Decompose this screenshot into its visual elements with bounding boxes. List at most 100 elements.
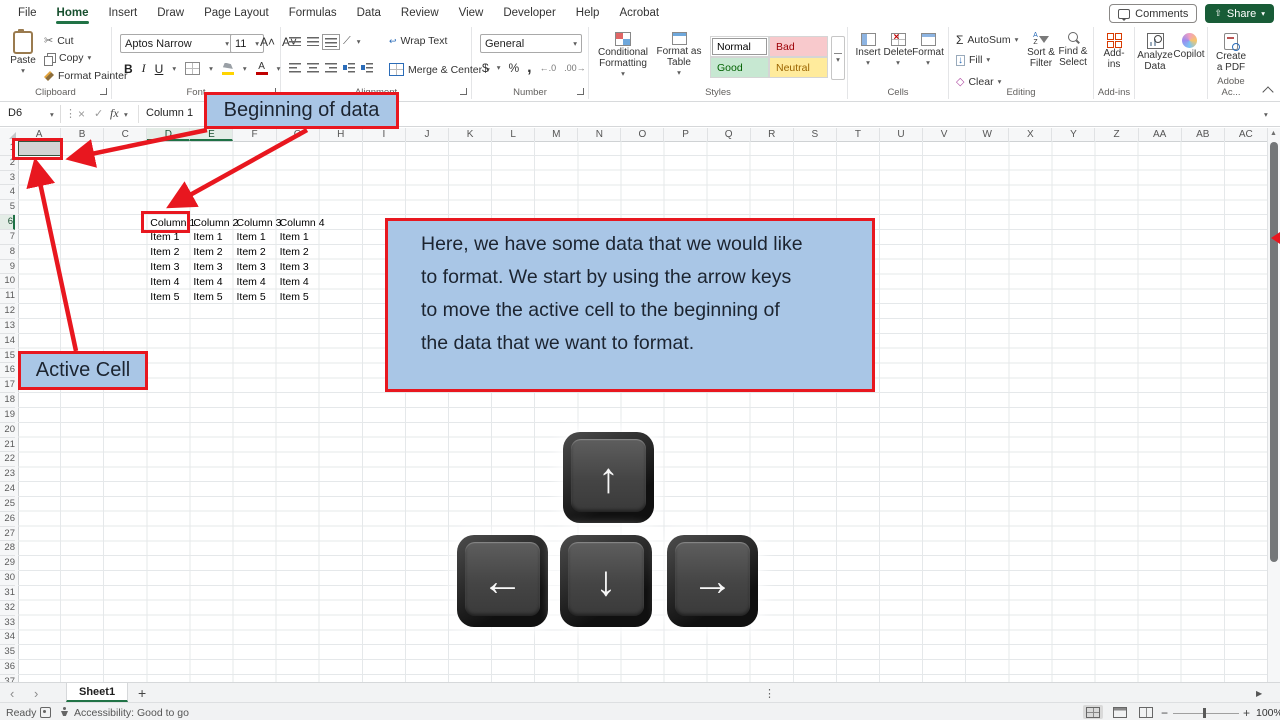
column-header-O[interactable]: O bbox=[621, 128, 665, 141]
styles-gallery-scroll[interactable]: ▾ bbox=[831, 36, 845, 80]
menu-tab-acrobat[interactable]: Acrobat bbox=[609, 2, 669, 25]
row-header-19[interactable]: 19 bbox=[0, 408, 15, 423]
share-button[interactable]: ⇧ Share ▾ bbox=[1205, 4, 1274, 23]
row-header-32[interactable]: 32 bbox=[0, 601, 15, 616]
align-left-icon[interactable] bbox=[289, 63, 301, 73]
chevron-down-icon[interactable]: ▾ bbox=[277, 65, 281, 73]
fx-icon[interactable]: fx bbox=[110, 106, 119, 121]
number-dialog-launcher-icon[interactable] bbox=[577, 88, 584, 95]
font-color-icon[interactable]: A bbox=[255, 61, 268, 75]
row-header-10[interactable]: 10 bbox=[0, 274, 15, 290]
arrow-key-down[interactable]: ↓ bbox=[560, 535, 652, 627]
column-header-X[interactable]: X bbox=[1009, 128, 1053, 141]
name-box-options-icon[interactable]: ⋮ bbox=[65, 107, 76, 120]
vertical-scrollbar[interactable]: ▲ bbox=[1267, 128, 1280, 682]
row-header-37[interactable]: 37 bbox=[0, 675, 15, 682]
row-header-16[interactable]: 16 bbox=[0, 363, 15, 379]
view-page-break-icon[interactable] bbox=[1139, 706, 1153, 718]
cancel-entry-icon[interactable]: × bbox=[78, 107, 85, 121]
column-header-Z[interactable]: Z bbox=[1096, 128, 1139, 141]
sheet-tab-sheet1[interactable]: Sheet1 bbox=[66, 683, 129, 702]
row-header-8[interactable]: 8 bbox=[0, 245, 15, 260]
cell-G11[interactable]: Item 5 bbox=[277, 289, 330, 304]
zoom-out-button[interactable]: − bbox=[1161, 706, 1168, 720]
row-header-26[interactable]: 26 bbox=[0, 512, 15, 527]
autosum-button[interactable]: Σ AutoSum ▾ bbox=[956, 33, 1018, 47]
row-header-36[interactable]: 36 bbox=[0, 660, 15, 675]
name-box[interactable]: D6 bbox=[8, 107, 22, 119]
analyze-data-button[interactable]: Analyze Data bbox=[1137, 33, 1173, 72]
cut-button[interactable]: ✂ Cut bbox=[44, 34, 74, 48]
next-sheet-icon[interactable]: › bbox=[34, 683, 38, 703]
accessibility-icon[interactable] bbox=[60, 707, 69, 717]
column-header-AA[interactable]: AA bbox=[1139, 128, 1182, 141]
menu-tab-formulas[interactable]: Formulas bbox=[279, 2, 347, 25]
column-header-AB[interactable]: AB bbox=[1182, 128, 1225, 141]
align-center-icon[interactable] bbox=[307, 63, 319, 73]
chevron-down-icon[interactable]: ▾ bbox=[357, 38, 361, 46]
row-header-30[interactable]: 30 bbox=[0, 571, 15, 586]
row-header-31[interactable]: 31 bbox=[0, 586, 15, 601]
menu-tab-draw[interactable]: Draw bbox=[147, 2, 194, 25]
row-header-28[interactable]: 28 bbox=[0, 541, 15, 557]
align-right-icon[interactable] bbox=[325, 63, 337, 73]
column-header-G[interactable]: G bbox=[277, 128, 320, 141]
cell-G8[interactable]: Item 2 bbox=[277, 245, 330, 260]
format-as-table-button[interactable]: Format as Table ▾ bbox=[653, 32, 705, 77]
menu-tab-data[interactable]: Data bbox=[347, 2, 391, 25]
increase-font-size-icon[interactable]: A˄ bbox=[260, 35, 275, 49]
wrap-text-button[interactable]: ↩ Wrap Text bbox=[389, 35, 447, 47]
row-header-21[interactable]: 21 bbox=[0, 438, 15, 453]
copilot-button[interactable]: Copilot bbox=[1173, 33, 1205, 60]
row-header-33[interactable]: 33 bbox=[0, 616, 15, 631]
row-header-24[interactable]: 24 bbox=[0, 482, 15, 497]
chevron-down-icon[interactable]: ▾ bbox=[172, 65, 176, 73]
menu-tab-insert[interactable]: Insert bbox=[98, 2, 147, 25]
row-header-13[interactable]: 13 bbox=[0, 319, 15, 334]
chevron-down-icon[interactable]: ▾ bbox=[497, 64, 501, 72]
comments-button[interactable]: Comments bbox=[1109, 4, 1198, 23]
italic-button[interactable]: I bbox=[142, 61, 146, 76]
delete-cells-button[interactable]: × Delete ▾ bbox=[884, 32, 913, 67]
macro-record-icon[interactable] bbox=[40, 707, 51, 718]
arrow-key-up[interactable]: ↑ bbox=[563, 432, 654, 523]
row-header-14[interactable]: 14 bbox=[0, 334, 15, 349]
cell-G10[interactable]: Item 4 bbox=[277, 274, 330, 289]
borders-icon[interactable] bbox=[185, 62, 201, 75]
row-header-9[interactable]: 9 bbox=[0, 260, 15, 275]
addins-button[interactable]: Add-ins bbox=[1098, 33, 1130, 70]
row-header-5[interactable]: 5 bbox=[0, 200, 15, 216]
style-bad[interactable]: Bad bbox=[769, 36, 828, 57]
chevron-down-icon[interactable]: ▾ bbox=[209, 65, 213, 73]
column-header-H[interactable]: H bbox=[320, 128, 363, 141]
column-header-Y[interactable]: Y bbox=[1052, 128, 1096, 141]
sort-filter-button[interactable]: AZ Sort & Filter bbox=[1025, 32, 1057, 69]
column-header-Q[interactable]: Q bbox=[708, 128, 751, 141]
chevron-down-icon[interactable]: ▾ bbox=[243, 65, 247, 73]
arrow-key-right[interactable]: → bbox=[667, 535, 758, 627]
column-header-F[interactable]: F bbox=[234, 128, 277, 141]
row-header-23[interactable]: 23 bbox=[0, 467, 15, 483]
name-box-chevron-icon[interactable]: ▾ bbox=[50, 111, 54, 119]
column-header-V[interactable]: V bbox=[923, 128, 967, 141]
conditional-formatting-button[interactable]: Conditional Formatting ▾ bbox=[595, 32, 651, 78]
format-cells-button[interactable]: Format ▾ bbox=[912, 33, 944, 67]
row-header-34[interactable]: 34 bbox=[0, 630, 15, 646]
menu-tab-developer[interactable]: Developer bbox=[493, 2, 565, 25]
expand-formula-bar-icon[interactable]: ▾ bbox=[1264, 111, 1268, 119]
decrease-indent-icon[interactable] bbox=[343, 63, 355, 73]
comma-format-icon[interactable]: , bbox=[527, 60, 531, 76]
align-bottom-icon-selected[interactable] bbox=[322, 33, 340, 50]
row-header-4[interactable]: 4 bbox=[0, 185, 15, 201]
view-page-layout-icon[interactable] bbox=[1113, 706, 1127, 718]
increase-indent-icon[interactable] bbox=[361, 63, 373, 73]
formula-bar-input[interactable]: Column 1 bbox=[146, 107, 193, 119]
column-header-AC[interactable]: AC bbox=[1225, 128, 1268, 141]
column-header-P[interactable]: P bbox=[665, 128, 708, 141]
percent-format-icon[interactable]: % bbox=[508, 61, 519, 75]
column-header-D[interactable]: D bbox=[147, 128, 191, 141]
cell-G6[interactable]: Column 4 bbox=[277, 215, 330, 230]
column-header-J[interactable]: J bbox=[406, 128, 449, 141]
collapse-ribbon-icon[interactable] bbox=[1262, 86, 1274, 98]
fill-color-icon[interactable] bbox=[221, 62, 234, 75]
